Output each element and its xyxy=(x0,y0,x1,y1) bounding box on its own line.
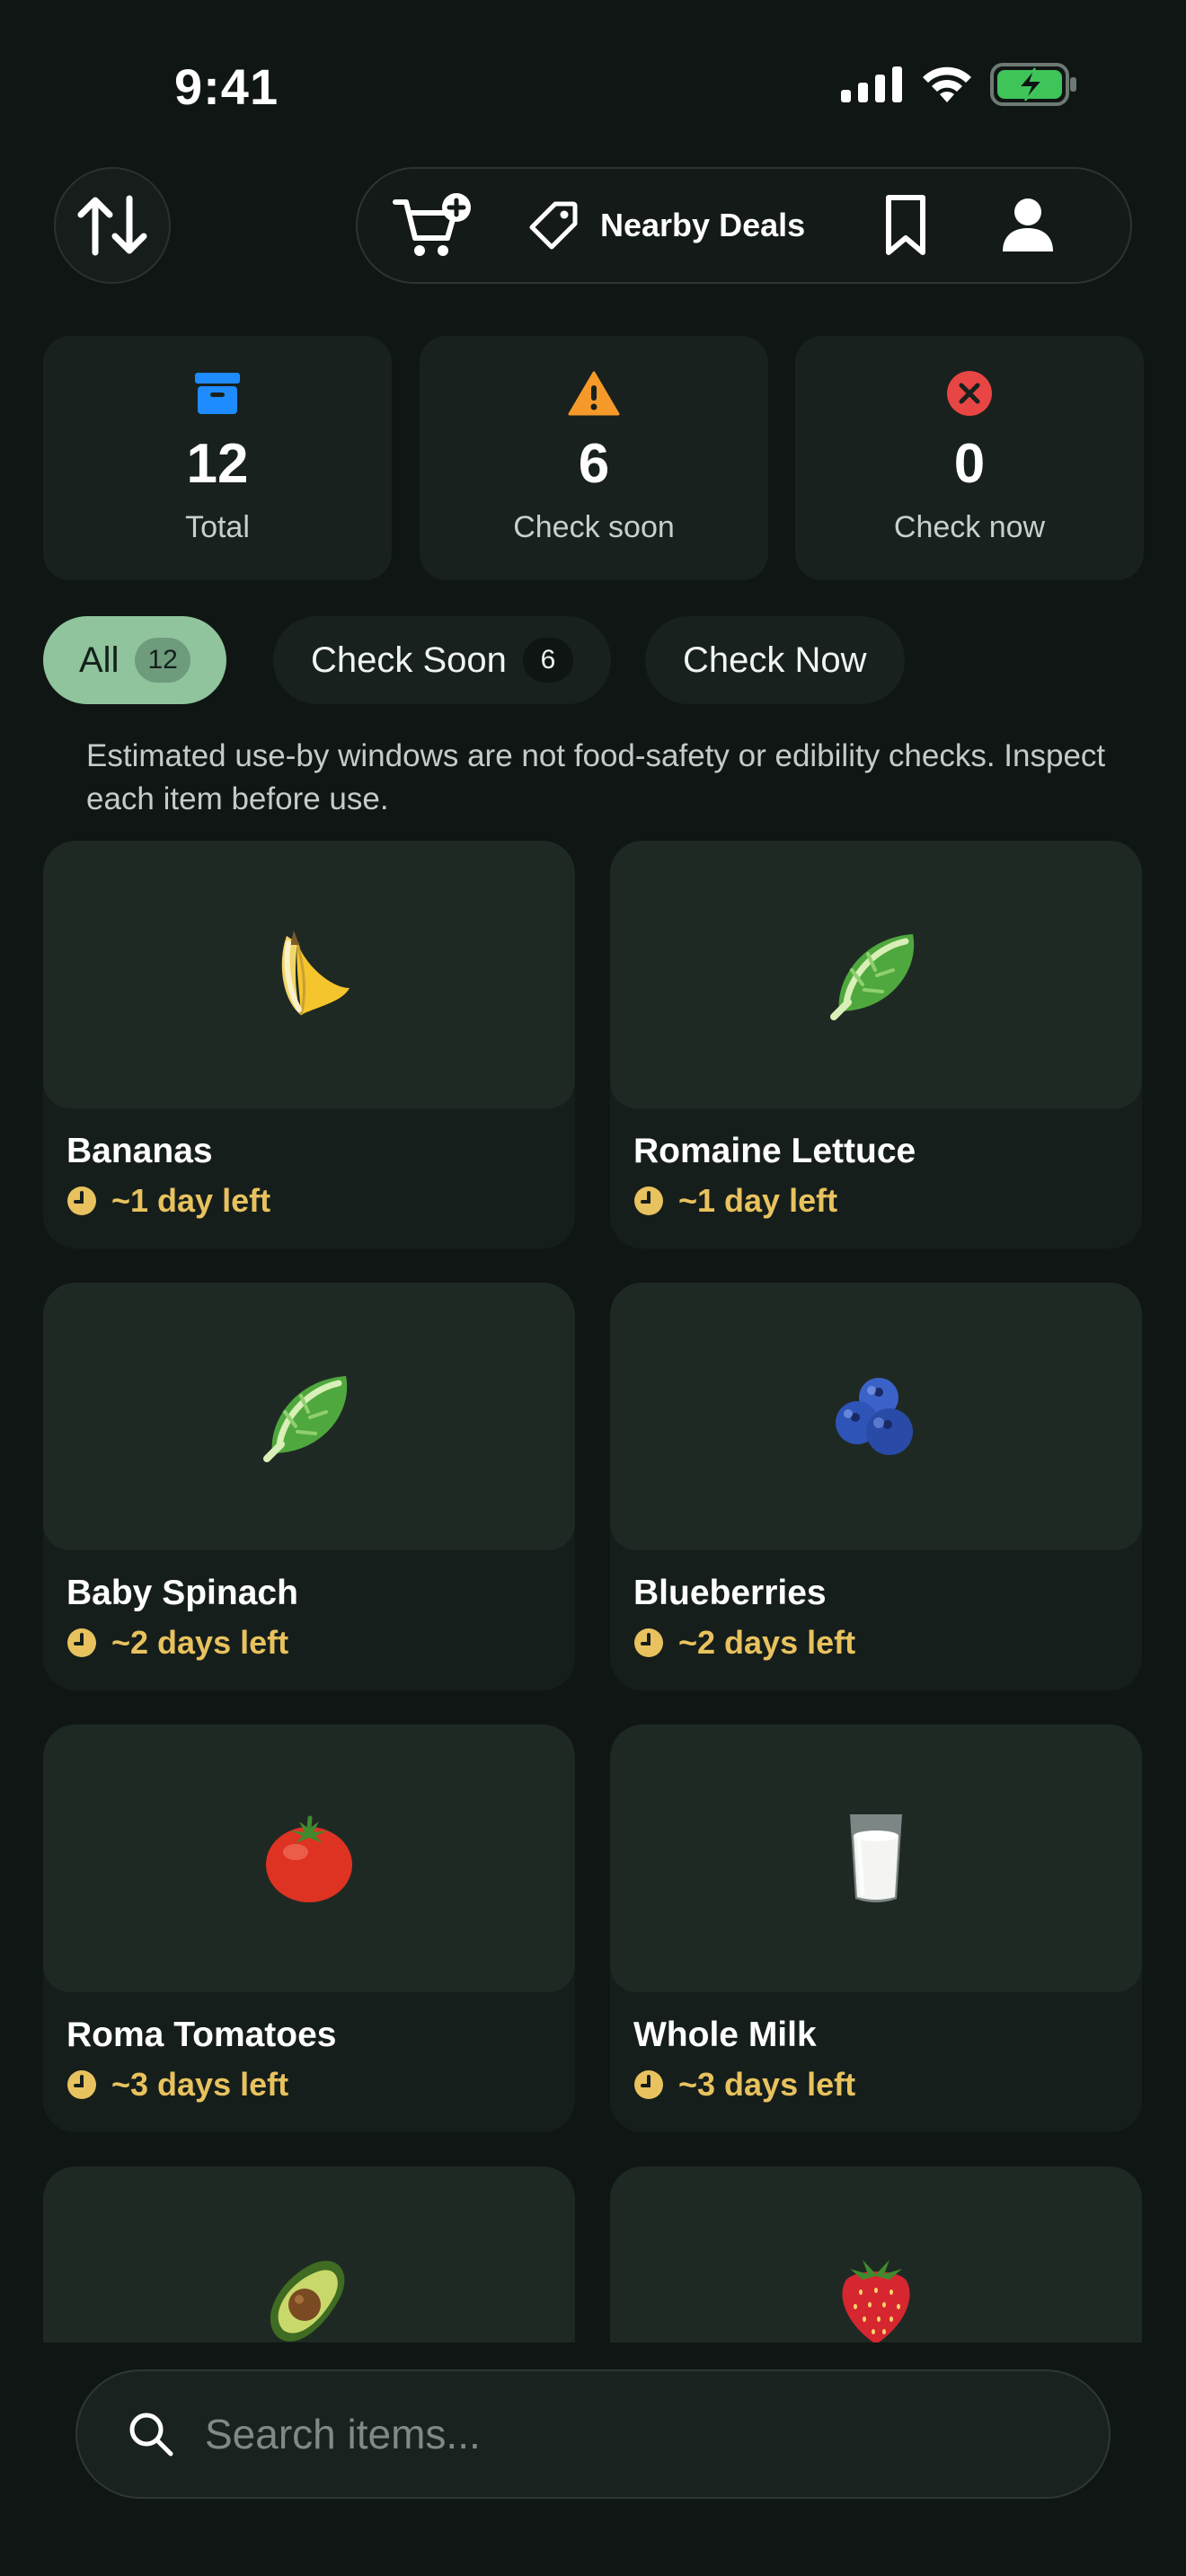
stat-check-soon: 6 Check soon xyxy=(420,336,768,580)
item-card[interactable]: Roma Tomatoes ~3 days left xyxy=(43,1725,575,2132)
item-name: Bananas xyxy=(66,1132,213,1170)
time-left-label: ~2 days left xyxy=(111,1624,289,1661)
item-name: Whole Milk xyxy=(633,2016,817,2054)
banana-icon xyxy=(281,931,350,1016)
profile-button[interactable] xyxy=(1001,198,1055,253)
item-card[interactable]: Romaine Lettuce ~1 day left xyxy=(610,841,1142,1248)
filter-check-soon[interactable]: Check Soon 6 xyxy=(273,616,611,704)
time-left: ~2 days left xyxy=(633,1624,855,1662)
search-placeholder: Search items... xyxy=(205,2411,481,2457)
clock-icon xyxy=(67,1628,96,1657)
top-toolbar: Nearby Deals xyxy=(356,167,1132,284)
time-left-label: ~1 day left xyxy=(111,1182,271,1219)
item-name: Romaine Lettuce xyxy=(633,1132,916,1170)
nearby-deals-button[interactable]: Nearby Deals xyxy=(528,200,805,251)
item-image xyxy=(610,1283,1142,1550)
pantry-screen: 9:41 Nearby Deals 12 Total 6 Check soon … xyxy=(0,0,1186,2576)
clock-icon xyxy=(67,2070,96,2099)
time-left-label: ~1 day left xyxy=(678,1182,838,1219)
filter-all-count: 12 xyxy=(135,638,190,683)
item-card[interactable]: Blueberries ~2 days left xyxy=(610,1283,1142,1690)
warning-icon xyxy=(568,371,620,416)
filter-all[interactable]: All 12 xyxy=(43,616,226,704)
nearby-deals-label: Nearby Deals xyxy=(600,207,806,243)
item-image xyxy=(43,1283,575,1550)
status-time: 9:41 xyxy=(174,58,279,115)
time-left: ~1 day left xyxy=(66,1182,270,1220)
filter-check-now-label: Check Now xyxy=(683,640,867,680)
filter-check-now[interactable]: Check Now xyxy=(645,616,905,704)
search-input[interactable]: Search items... xyxy=(75,2369,1111,2499)
time-left-label: ~3 days left xyxy=(678,2066,856,2103)
time-left-label: ~2 days left xyxy=(678,1624,856,1661)
cellular-signal-icon xyxy=(841,66,902,102)
stat-check-now-value: 0 xyxy=(953,433,986,495)
stat-total: 12 Total xyxy=(43,336,392,580)
milk-glass-icon xyxy=(850,1814,902,1902)
item-image xyxy=(610,841,1142,1108)
clock-icon xyxy=(634,1187,663,1215)
time-left: ~2 days left xyxy=(66,1624,288,1662)
battery-charging-icon xyxy=(990,63,1076,106)
filter-check-soon-label: Check Soon xyxy=(311,640,507,680)
sort-button[interactable] xyxy=(54,167,171,284)
add-to-cart-button[interactable] xyxy=(392,191,474,260)
avocado-icon xyxy=(270,2261,345,2342)
clock-icon xyxy=(634,1628,663,1657)
price-tag-icon xyxy=(529,201,578,250)
time-left: ~3 days left xyxy=(633,2066,855,2104)
time-left: ~1 day left xyxy=(633,1182,837,1220)
bookmark-icon xyxy=(886,195,926,255)
wifi-icon xyxy=(923,66,971,102)
item-name: Blueberries xyxy=(633,1574,827,1612)
stat-check-now: 0 Check now xyxy=(795,336,1144,580)
item-image xyxy=(43,1725,575,1992)
strawberry-icon xyxy=(842,2260,910,2344)
disclaimer-text: Estimated use-by windows are not food-sa… xyxy=(86,738,1106,816)
stat-total-label: Total xyxy=(185,510,250,544)
error-icon xyxy=(947,371,992,416)
blueberries-icon xyxy=(836,1378,913,1455)
leafy-greens-icon xyxy=(830,934,915,1020)
stat-check-soon-label: Check soon xyxy=(513,510,675,544)
archive-icon xyxy=(195,373,240,414)
filter-check-soon-count: 6 xyxy=(522,638,573,683)
item-card[interactable]: Baby Spinach ~2 days left xyxy=(43,1283,575,1690)
cart-plus-icon xyxy=(393,193,471,256)
leafy-greens-icon xyxy=(263,1376,348,1462)
item-image xyxy=(610,1725,1142,1992)
clock-icon xyxy=(634,2070,663,2099)
item-name: Roma Tomatoes xyxy=(66,2016,337,2054)
person-icon xyxy=(1003,198,1054,251)
stat-check-now-label: Check now xyxy=(893,510,1046,544)
bookmarks-button[interactable] xyxy=(884,193,927,258)
item-card[interactable]: Bananas ~1 day left xyxy=(43,841,575,1248)
stat-check-soon-value: 6 xyxy=(578,433,610,495)
item-card[interactable]: Whole Milk ~3 days left xyxy=(610,1725,1142,2132)
status-icons xyxy=(841,63,1078,106)
time-left: ~3 days left xyxy=(66,2066,288,2104)
clock-icon xyxy=(67,1187,96,1215)
time-left-label: ~3 days left xyxy=(111,2066,289,2103)
item-name: Baby Spinach xyxy=(66,1574,298,1612)
search-icon xyxy=(129,2413,173,2457)
sort-arrows-icon xyxy=(77,195,147,256)
item-image xyxy=(43,841,575,1108)
stat-total-value: 12 xyxy=(186,433,249,495)
tomato-icon xyxy=(266,1815,352,1902)
filter-all-label: All xyxy=(79,640,119,680)
